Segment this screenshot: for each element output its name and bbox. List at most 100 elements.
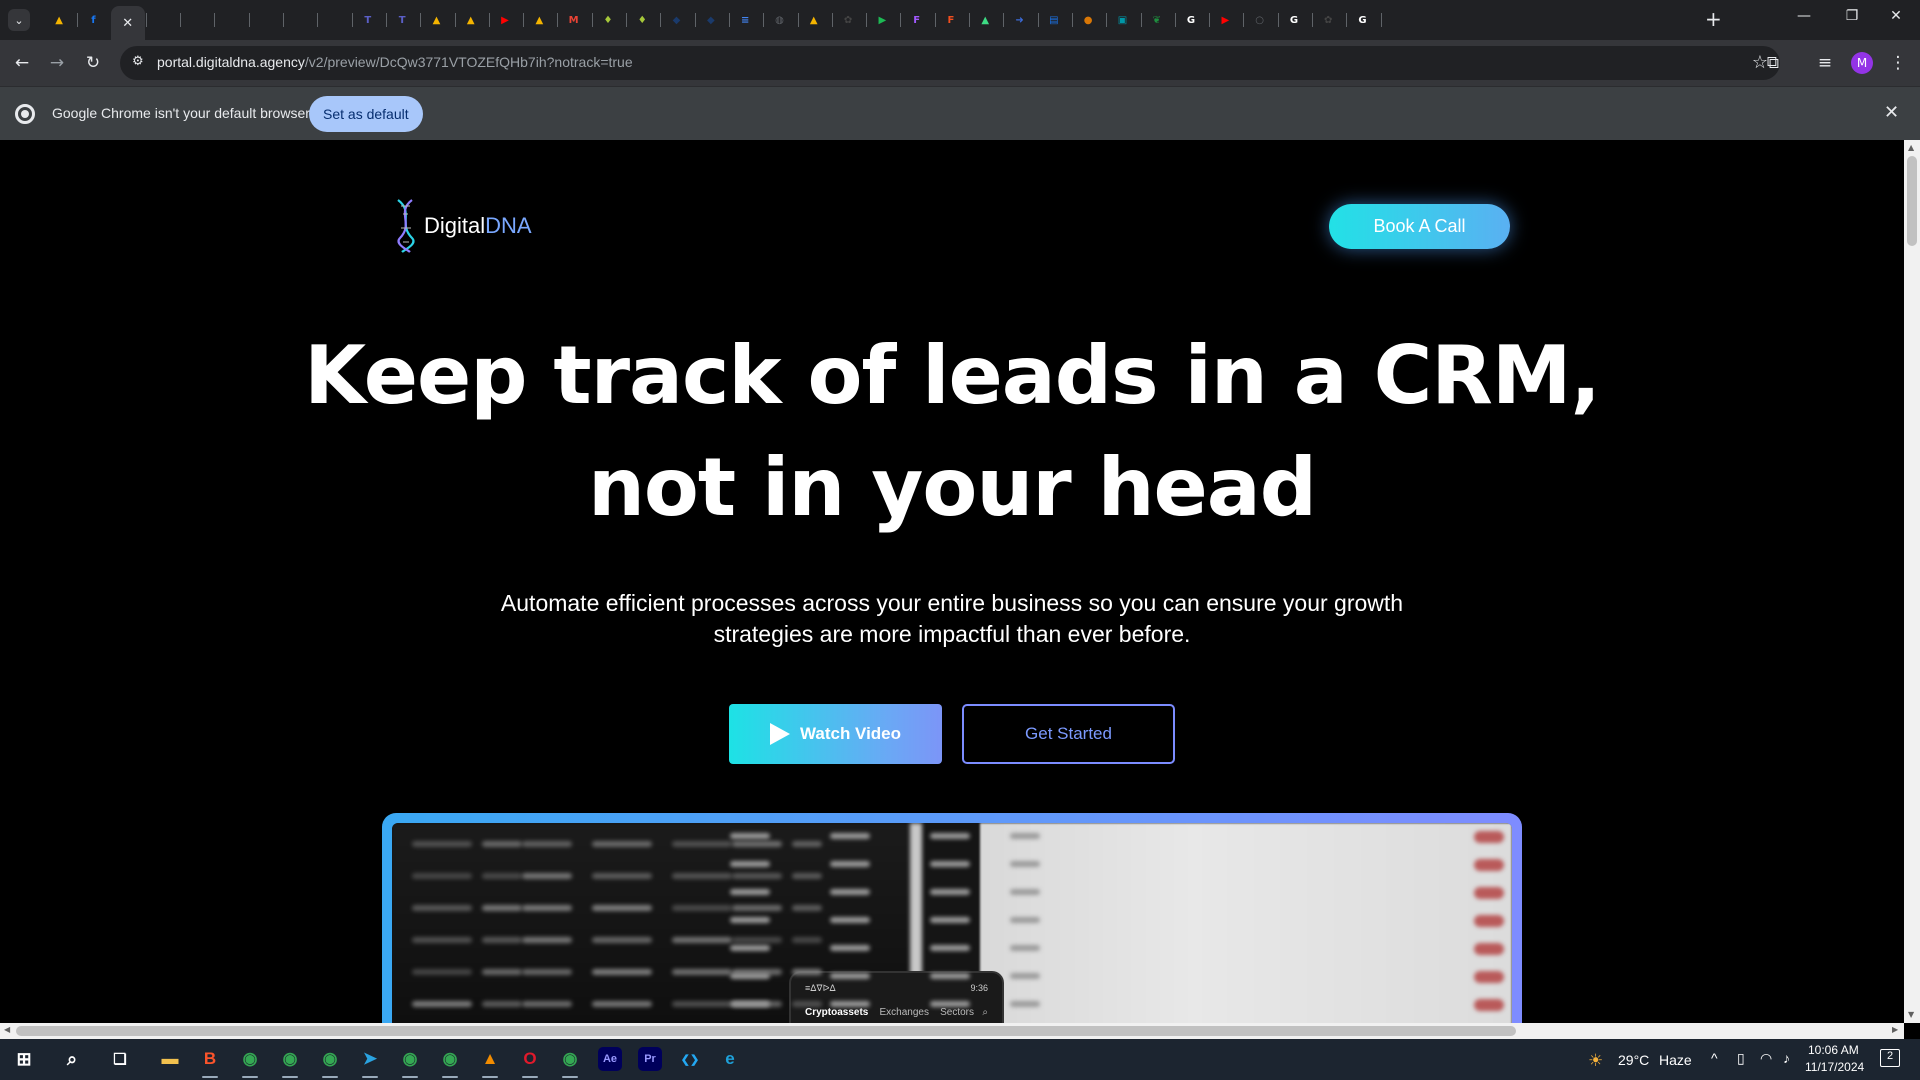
browser-tab[interactable]: ◍ bbox=[762, 6, 796, 34]
tray-overflow-chevron-icon[interactable]: ^ bbox=[1711, 1050, 1718, 1066]
weather-condition[interactable]: Haze bbox=[1659, 1052, 1692, 1068]
browser-tab[interactable]: ❦ bbox=[1140, 6, 1174, 34]
telegram-icon[interactable]: ➤ bbox=[358, 1047, 382, 1071]
address-bar[interactable]: ⚙ portal.digitaldna.agency/v2/preview/Dc… bbox=[120, 46, 1780, 80]
browser-tab[interactable] bbox=[282, 6, 316, 34]
profile-avatar[interactable]: M bbox=[1851, 52, 1873, 74]
horizontal-scrollbar[interactable]: ◀ ▶ bbox=[0, 1023, 1904, 1039]
menu-icon[interactable]: ⋮ bbox=[1887, 52, 1909, 74]
chrome-icon[interactable]: ◉ bbox=[558, 1047, 582, 1071]
windows-start-icon[interactable]: ⊞ bbox=[12, 1047, 36, 1071]
vertical-scroll-thumb[interactable] bbox=[1907, 156, 1917, 246]
site-info-icon[interactable]: ⚙ bbox=[132, 54, 150, 72]
back-button[interactable]: ← bbox=[11, 52, 33, 74]
restore-button[interactable]: ❐ bbox=[1832, 8, 1872, 24]
browser-tab[interactable]: ≡ bbox=[728, 6, 762, 34]
search-icon[interactable]: ⌕ bbox=[60, 1047, 84, 1071]
url-text[interactable]: portal.digitaldna.agency/v2/preview/DcQw… bbox=[157, 54, 633, 70]
clock-time[interactable]: 10:06 AM bbox=[1808, 1043, 1859, 1057]
browser-tab[interactable]: G bbox=[1345, 6, 1379, 34]
edge-icon[interactable]: e bbox=[718, 1047, 742, 1071]
browser-tab[interactable]: ▲ bbox=[968, 6, 1002, 34]
extensions-icon[interactable]: ⧉ bbox=[1762, 52, 1784, 74]
after-effects-icon[interactable]: Ae bbox=[598, 1047, 622, 1071]
windows-taskbar: ⊞ ⌕ ❏ ▬ B ◉ ◉ ◉ ➤ ◉ ◉ ▲ O ◉ Ae Pr ❮❯ e ☀ 29°C Haze ^ ▯… bbox=[0, 1039, 1920, 1080]
browser-tab[interactable]: ✿ bbox=[1311, 6, 1345, 34]
media-control-icon[interactable]: ≡ bbox=[1814, 52, 1836, 74]
browser-tab[interactable]: M bbox=[557, 6, 591, 34]
device-icon[interactable]: ▯ bbox=[1737, 1050, 1745, 1067]
volume-icon[interactable]: ♪ bbox=[1783, 1050, 1790, 1066]
active-tab-close-icon[interactable]: ✕ bbox=[120, 15, 136, 31]
browser-tab[interactable] bbox=[145, 6, 179, 34]
browser-tab[interactable]: G bbox=[1174, 6, 1208, 34]
tab-search-button[interactable]: ⌄ bbox=[8, 9, 30, 31]
browser-tab[interactable]: ○ bbox=[1243, 6, 1277, 34]
browser-tab[interactable]: ▶ bbox=[1208, 6, 1242, 34]
browser-tab[interactable]: ▲ bbox=[42, 6, 76, 34]
get-started-button[interactable]: Get Started bbox=[962, 704, 1175, 764]
browser-tab[interactable]: F bbox=[900, 6, 934, 34]
file-explorer-icon[interactable]: ▬ bbox=[158, 1047, 182, 1071]
reload-button[interactable]: ↻ bbox=[82, 52, 104, 74]
browser-tab[interactable]: ♦ bbox=[625, 6, 659, 34]
chrome-icon[interactable]: ◉ bbox=[278, 1047, 302, 1071]
browser-tab[interactable]: ✿ bbox=[831, 6, 865, 34]
browser-tab[interactable]: ▲ bbox=[419, 6, 453, 34]
scroll-up-arrow-icon[interactable]: ▲ bbox=[1908, 143, 1914, 152]
vlc-icon[interactable]: ▲ bbox=[478, 1047, 502, 1071]
browser-tab[interactable]: ◆ bbox=[694, 6, 728, 34]
opera-icon[interactable]: O bbox=[518, 1047, 542, 1071]
browser-tab[interactable]: ◆ bbox=[659, 6, 693, 34]
forward-button[interactable]: → bbox=[46, 52, 68, 74]
google-docs-icon: ≡ bbox=[737, 12, 753, 28]
browser-tab[interactable] bbox=[214, 6, 248, 34]
notification-center-icon[interactable]: 2 bbox=[1880, 1049, 1900, 1067]
browser-tab[interactable]: ▤ bbox=[1037, 6, 1071, 34]
browser-tab[interactable]: ▣ bbox=[1105, 6, 1139, 34]
vertical-scrollbar[interactable]: ▲ ▼ bbox=[1904, 140, 1920, 1023]
infobar-close-icon[interactable]: ✕ bbox=[1884, 102, 1899, 123]
premiere-pro-icon[interactable]: Pr bbox=[638, 1047, 662, 1071]
browser-tab[interactable]: T bbox=[385, 6, 419, 34]
close-window-button[interactable]: ✕ bbox=[1876, 8, 1916, 24]
browser-tab[interactable]: ♦ bbox=[591, 6, 625, 34]
preview-blurred-row bbox=[792, 905, 822, 911]
set-as-default-button[interactable]: Set as default bbox=[309, 96, 423, 132]
brave-icon[interactable]: B bbox=[198, 1047, 222, 1071]
browser-tab[interactable] bbox=[179, 6, 213, 34]
browser-tab[interactable]: f bbox=[76, 6, 110, 34]
book-a-call-button[interactable]: Book A Call bbox=[1329, 204, 1510, 249]
browser-tab[interactable]: ▲ bbox=[522, 6, 556, 34]
watch-video-button[interactable]: Watch Video bbox=[729, 704, 942, 764]
minimize-button[interactable]: — bbox=[1784, 8, 1824, 24]
chrome-icon[interactable]: ◉ bbox=[438, 1047, 462, 1071]
browser-tab[interactable]: T bbox=[351, 6, 385, 34]
chrome-icon[interactable]: ◉ bbox=[318, 1047, 342, 1071]
browser-tab[interactable]: ● bbox=[1071, 6, 1105, 34]
browser-tab[interactable]: ➜ bbox=[1002, 6, 1036, 34]
browser-tab[interactable]: ✕ bbox=[111, 6, 145, 40]
task-view-icon[interactable]: ❏ bbox=[108, 1047, 132, 1071]
browser-tab[interactable] bbox=[248, 6, 282, 34]
browser-tab[interactable]: G bbox=[1277, 6, 1311, 34]
browser-tab[interactable]: ▲ bbox=[797, 6, 831, 34]
vscode-icon[interactable]: ❮❯ bbox=[678, 1047, 702, 1071]
browser-tab[interactable]: ▲ bbox=[454, 6, 488, 34]
chrome-icon[interactable]: ◉ bbox=[238, 1047, 262, 1071]
weather-temp[interactable]: 29°C bbox=[1618, 1052, 1649, 1068]
digitaldna-logo[interactable]: DigitalDNA bbox=[392, 198, 532, 254]
new-tab-button[interactable]: + bbox=[1705, 7, 1722, 31]
browser-tab[interactable]: F bbox=[934, 6, 968, 34]
weather-icon[interactable]: ☀ bbox=[1588, 1051, 1603, 1071]
browser-tab[interactable]: ▶ bbox=[865, 6, 899, 34]
clock-date[interactable]: 11/17/2024 bbox=[1805, 1060, 1864, 1074]
horizontal-scroll-thumb[interactable] bbox=[16, 1026, 1516, 1036]
browser-tab[interactable]: ▶ bbox=[488, 6, 522, 34]
scroll-down-arrow-icon[interactable]: ▼ bbox=[1908, 1010, 1914, 1019]
scroll-right-arrow-icon[interactable]: ▶ bbox=[1892, 1025, 1898, 1034]
scroll-left-arrow-icon[interactable]: ◀ bbox=[4, 1025, 10, 1034]
browser-tab[interactable] bbox=[316, 6, 350, 34]
chrome-icon[interactable]: ◉ bbox=[398, 1047, 422, 1071]
network-icon[interactable]: ◠ bbox=[1760, 1050, 1772, 1067]
